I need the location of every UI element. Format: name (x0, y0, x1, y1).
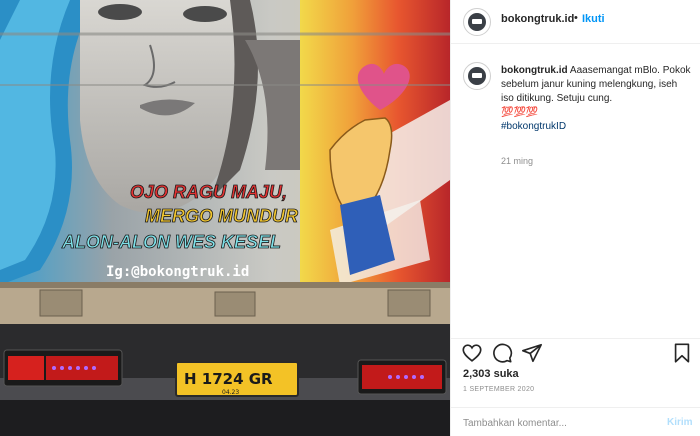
comment-icon[interactable] (491, 342, 513, 364)
share-icon[interactable] (521, 342, 543, 364)
plate-number: H 1724 GR (184, 370, 273, 388)
post-photo[interactable]: OJO RAGU MAJU, MERGO MUNDUR ALON-ALON WE… (0, 0, 450, 436)
post-sidebar: bokongtruk.id • Ikuti bokongtruk.id Aaas… (450, 0, 700, 436)
plate-expiry: 04.23 (222, 389, 239, 396)
ig-handle: Ig:@bokongtruk.id (106, 264, 249, 280)
post-header: bokongtruk.id • Ikuti (451, 0, 700, 44)
header-username[interactable]: bokongtruk.id (501, 13, 574, 25)
follow-button[interactable]: Ikuti (582, 13, 605, 25)
separator-dot: • (574, 12, 578, 24)
caption-avatar[interactable] (463, 62, 491, 90)
caption-emoji: 💯💯💯 (501, 107, 539, 118)
slogan-line-3: ALON-ALON WES KESEL (61, 232, 281, 252)
action-bar (451, 338, 700, 368)
comment-box: Kirim (451, 407, 700, 436)
send-button[interactable]: Kirim (667, 417, 693, 428)
hashtag-link[interactable]: #bokongtrukID (501, 121, 566, 132)
post-date: 1 SEPTEMBER 2020 (463, 386, 535, 393)
avatar[interactable] (463, 8, 491, 36)
caption-block: bokongtruk.id Aaasemangat mBlo. Pokok se… (451, 45, 700, 335)
comment-input[interactable] (463, 416, 653, 430)
caption-text: bokongtruk.id Aaasemangat mBlo. Pokok se… (501, 64, 691, 134)
truck-rear-image: OJO RAGU MAJU, MERGO MUNDUR ALON-ALON WE… (0, 0, 450, 436)
heart-icon[interactable] (461, 342, 483, 364)
bookmark-icon[interactable] (671, 342, 693, 364)
caption-username[interactable]: bokongtruk.id (501, 65, 568, 76)
slogan-line-2: MERGO MUNDUR (145, 206, 298, 226)
like-count[interactable]: 2,303 suka (463, 368, 519, 380)
slogan-line-1: OJO RAGU MAJU, (130, 182, 287, 202)
caption-timestamp: 21 ming (501, 156, 534, 166)
